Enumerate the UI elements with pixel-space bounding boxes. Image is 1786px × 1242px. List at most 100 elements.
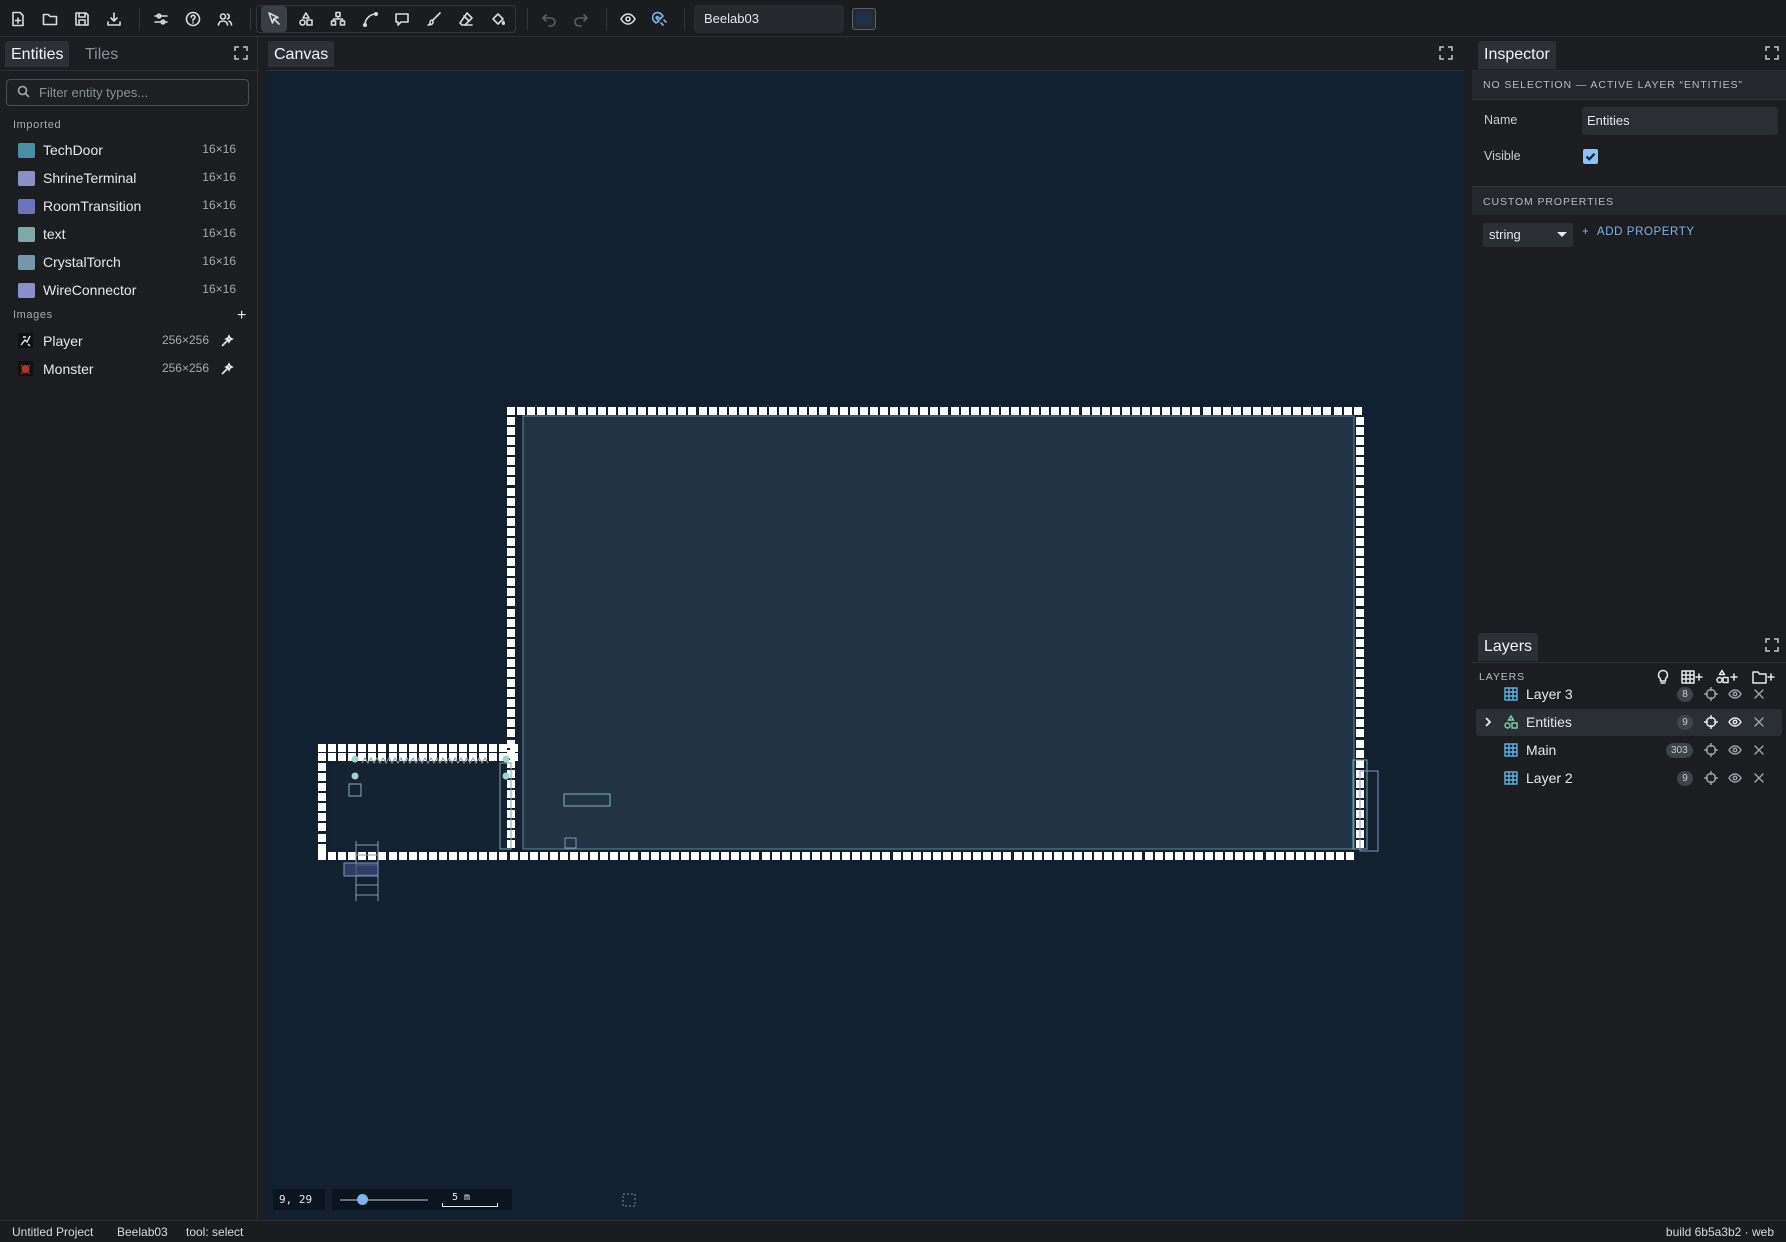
entity-layer-icon (1504, 714, 1518, 729)
wall-tile (1213, 407, 1221, 415)
help-icon[interactable] (180, 6, 206, 32)
layer-row[interactable]: Layer 3 8 (1476, 681, 1782, 708)
visible-checkbox[interactable] (1583, 149, 1598, 164)
wall-tile (588, 407, 596, 415)
shapes-tool-icon[interactable] (293, 6, 319, 32)
fill-tool-icon[interactable] (485, 6, 511, 32)
undo-icon[interactable] (536, 6, 562, 32)
wall-tile (789, 407, 797, 415)
marquee-select-icon[interactable] (622, 1193, 636, 1207)
expand-icon[interactable] (1439, 46, 1453, 60)
locate-icon[interactable] (1703, 686, 1719, 702)
wall-tile (1356, 740, 1364, 748)
wall-tile (1323, 407, 1331, 415)
wall-tile (439, 852, 447, 860)
open-folder-icon[interactable] (37, 6, 63, 32)
background-color-swatch[interactable] (852, 8, 876, 30)
locate-icon[interactable] (1703, 714, 1719, 730)
wall-tile (1356, 508, 1364, 516)
chevron-right-icon[interactable] (1482, 715, 1494, 729)
eye-icon[interactable] (1728, 743, 1742, 757)
waypoint-tool-icon[interactable] (325, 6, 351, 32)
tab-layers[interactable]: Layers (1478, 633, 1539, 661)
wall-tile (608, 407, 616, 415)
expand-icon[interactable] (234, 46, 248, 60)
add-image-button[interactable]: + (237, 307, 246, 325)
layer-row[interactable]: Main 303 (1476, 737, 1782, 764)
save-icon[interactable] (69, 6, 95, 32)
wall-tile (507, 679, 515, 687)
redo-icon[interactable] (568, 6, 594, 32)
locate-icon[interactable] (1703, 770, 1719, 786)
wall-tile (751, 852, 759, 860)
comment-tool-icon[interactable] (389, 6, 415, 32)
close-icon[interactable] (1752, 687, 1766, 701)
layer-name-field[interactable]: Entities (1582, 107, 1778, 135)
entity-row[interactable]: CrystalTorch 16×16 (0, 248, 257, 276)
wall-tile (507, 649, 515, 657)
add-property-button[interactable]: + ADD PROPERTY (1582, 226, 1695, 238)
wall-tile (1356, 568, 1364, 576)
select-tool-icon[interactable] (261, 6, 287, 32)
brush-tool-icon[interactable] (421, 6, 447, 32)
wall-tile (557, 407, 565, 415)
tab-tiles[interactable]: Tiles (79, 41, 124, 67)
map-canvas[interactable] (266, 71, 1464, 1220)
wall-tile (830, 407, 838, 415)
entity-row[interactable]: text 16×16 (0, 220, 257, 248)
magic-wand-icon[interactable] (220, 334, 234, 348)
eye-icon[interactable] (1728, 687, 1742, 701)
magnet-snap-icon[interactable] (647, 6, 673, 32)
wall-tile (1205, 852, 1213, 860)
wall-tile (348, 852, 356, 860)
wall-tile (318, 753, 326, 761)
layer-row[interactable]: Layer 2 9 (1476, 765, 1782, 792)
tab-inspector[interactable]: Inspector (1478, 41, 1556, 69)
close-icon[interactable] (1752, 743, 1766, 757)
preview-eye-icon[interactable] (615, 6, 641, 32)
eye-icon[interactable] (1728, 715, 1742, 729)
path-tool-icon[interactable] (357, 6, 383, 32)
filter-entity-input[interactable]: Filter entity types... (6, 79, 249, 106)
wall-tile (1356, 427, 1364, 435)
wall-tile (822, 852, 830, 860)
wall-tile (1356, 760, 1364, 768)
wall-tile (671, 852, 679, 860)
entity-row[interactable]: ShrineTerminal 16×16 (0, 164, 257, 192)
zoom-slider-thumb[interactable] (356, 1194, 368, 1205)
wall-tile (981, 407, 989, 415)
wall-tile (389, 744, 397, 752)
download-icon[interactable] (101, 6, 127, 32)
locate-icon[interactable] (1703, 742, 1719, 758)
magic-wand-icon[interactable] (220, 362, 234, 376)
wall-tile (1356, 437, 1364, 445)
layer-row[interactable]: Entities 9 (1476, 709, 1782, 736)
expand-icon[interactable] (1765, 46, 1779, 60)
layer-count-badge: 9 (1677, 715, 1693, 730)
eye-icon[interactable] (1728, 771, 1742, 785)
users-icon[interactable] (212, 6, 238, 32)
tab-entities[interactable]: Entities (5, 41, 70, 67)
tab-canvas[interactable]: Canvas (268, 41, 335, 67)
close-icon[interactable] (1752, 715, 1766, 729)
wall-tile (507, 659, 515, 667)
settings-sliders-icon[interactable] (148, 6, 174, 32)
expand-icon[interactable] (1765, 638, 1779, 652)
map-name-select[interactable]: Beelab03 (694, 5, 844, 33)
wall-tile (691, 852, 699, 860)
close-icon[interactable] (1752, 771, 1766, 785)
image-row[interactable]: Monster 256×256 (0, 355, 257, 383)
entity-color-swatch (18, 199, 35, 214)
wall-tile (638, 407, 646, 415)
entity-row[interactable]: RoomTransition 16×16 (0, 192, 257, 220)
new-file-icon[interactable] (5, 6, 31, 32)
wall-tile (590, 852, 598, 860)
entity-color-swatch (18, 283, 35, 298)
wall-tile (1313, 407, 1321, 415)
zoom-slider-track[interactable] (340, 1199, 428, 1201)
image-row[interactable]: Player 256×256 (0, 327, 257, 355)
property-type-select[interactable]: string (1483, 223, 1573, 247)
entity-row[interactable]: TechDoor 16×16 (0, 136, 257, 164)
entity-row[interactable]: WireConnector 16×16 (0, 276, 257, 304)
eraser-tool-icon[interactable] (453, 6, 479, 32)
